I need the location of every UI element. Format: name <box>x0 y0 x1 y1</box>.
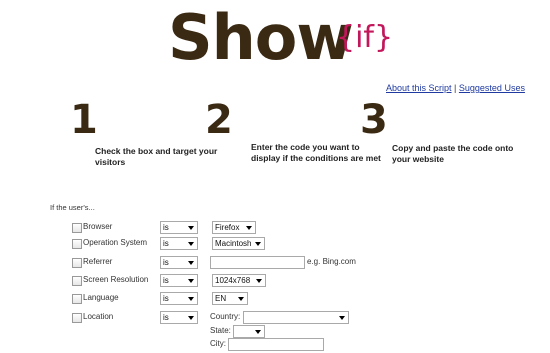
dropdown-arrow-icon <box>188 226 194 230</box>
dropdown-arrow-icon <box>188 297 194 301</box>
dropdown-arrow-icon <box>255 242 261 246</box>
resolution-operator-value: is <box>163 276 169 285</box>
resolution-value-select[interactable]: 1024x768 <box>212 274 266 287</box>
resolution-label: Screen Resolution <box>83 275 149 284</box>
location-city-row: City: <box>0 338 550 352</box>
dropdown-arrow-icon <box>188 261 194 265</box>
referrer-checkbox[interactable] <box>72 258 82 268</box>
form-intro: If the user's... <box>50 203 95 212</box>
country-select[interactable] <box>243 311 349 324</box>
link-separator: | <box>454 83 457 93</box>
os-operator-select[interactable]: is <box>160 237 198 250</box>
referrer-input[interactable] <box>210 256 305 269</box>
dropdown-arrow-icon <box>255 330 261 334</box>
resolution-value: 1024x768 <box>215 276 251 285</box>
city-label: City: <box>210 339 226 348</box>
language-operator-value: is <box>163 294 169 303</box>
logo: Show {if} <box>168 0 398 80</box>
top-links: About this Script | Suggested Uses <box>386 83 525 93</box>
language-checkbox[interactable] <box>72 294 82 304</box>
browser-row: Browser is Firefox <box>0 221 550 235</box>
location-row: Location is Country: <box>0 311 550 325</box>
location-operator-select[interactable]: is <box>160 311 198 324</box>
os-checkbox[interactable] <box>72 239 82 249</box>
dropdown-arrow-icon <box>339 316 345 320</box>
language-value-select[interactable]: EN <box>212 292 248 305</box>
location-state-row: State: <box>0 325 550 339</box>
dropdown-arrow-icon <box>238 297 244 301</box>
logo-title: Show <box>168 1 354 74</box>
language-operator-select[interactable]: is <box>160 292 198 305</box>
os-value: Macintosh <box>215 239 252 248</box>
dropdown-arrow-icon <box>188 279 194 283</box>
os-label: Operation System <box>83 238 148 247</box>
os-operator-value: is <box>163 239 169 248</box>
step-2-text: Enter the code you want to display if th… <box>251 142 381 163</box>
location-checkbox[interactable] <box>72 313 82 323</box>
referrer-row: Referrer is e.g. Bing.com <box>0 256 550 270</box>
step-1-number: 1 <box>70 97 98 143</box>
about-link[interactable]: About this Script <box>386 83 452 93</box>
language-label: Language <box>83 293 119 302</box>
language-row: Language is EN <box>0 292 550 306</box>
step-3-number: 3 <box>360 97 388 143</box>
logo-suffix: {if} <box>336 20 394 55</box>
language-value: EN <box>215 294 227 303</box>
browser-value-select[interactable]: Firefox <box>212 221 256 234</box>
location-label: Location <box>83 312 114 321</box>
referrer-operator-select[interactable]: is <box>160 256 198 269</box>
step-3-text: Copy and paste the code onto your websit… <box>392 143 514 164</box>
referrer-operator-value: is <box>163 258 169 267</box>
resolution-row: Screen Resolution is 1024x768 <box>0 274 550 288</box>
browser-checkbox[interactable] <box>72 223 82 233</box>
referrer-hint: e.g. Bing.com <box>307 257 356 266</box>
resolution-checkbox[interactable] <box>72 276 82 286</box>
browser-value: Firefox <box>215 223 240 232</box>
browser-operator-select[interactable]: is <box>160 221 198 234</box>
dropdown-arrow-icon <box>188 316 194 320</box>
browser-label: Browser <box>83 222 113 231</box>
resolution-operator-select[interactable]: is <box>160 274 198 287</box>
dropdown-arrow-icon <box>188 242 194 246</box>
os-value-select[interactable]: Macintosh <box>212 237 265 250</box>
state-label: State: <box>210 326 231 335</box>
step-2-number: 2 <box>205 97 233 143</box>
step-1-text: Check the box and target your visitors <box>95 146 218 167</box>
dropdown-arrow-icon <box>256 279 262 283</box>
referrer-label: Referrer <box>83 257 113 266</box>
browser-operator-value: is <box>163 223 169 232</box>
suggested-uses-link[interactable]: Suggested Uses <box>459 83 525 93</box>
city-input[interactable] <box>228 338 324 351</box>
country-label: Country: <box>210 312 241 321</box>
state-select[interactable] <box>233 325 265 338</box>
dropdown-arrow-icon <box>246 226 252 230</box>
os-row: Operation System is Macintosh <box>0 237 550 251</box>
location-operator-value: is <box>163 313 169 322</box>
